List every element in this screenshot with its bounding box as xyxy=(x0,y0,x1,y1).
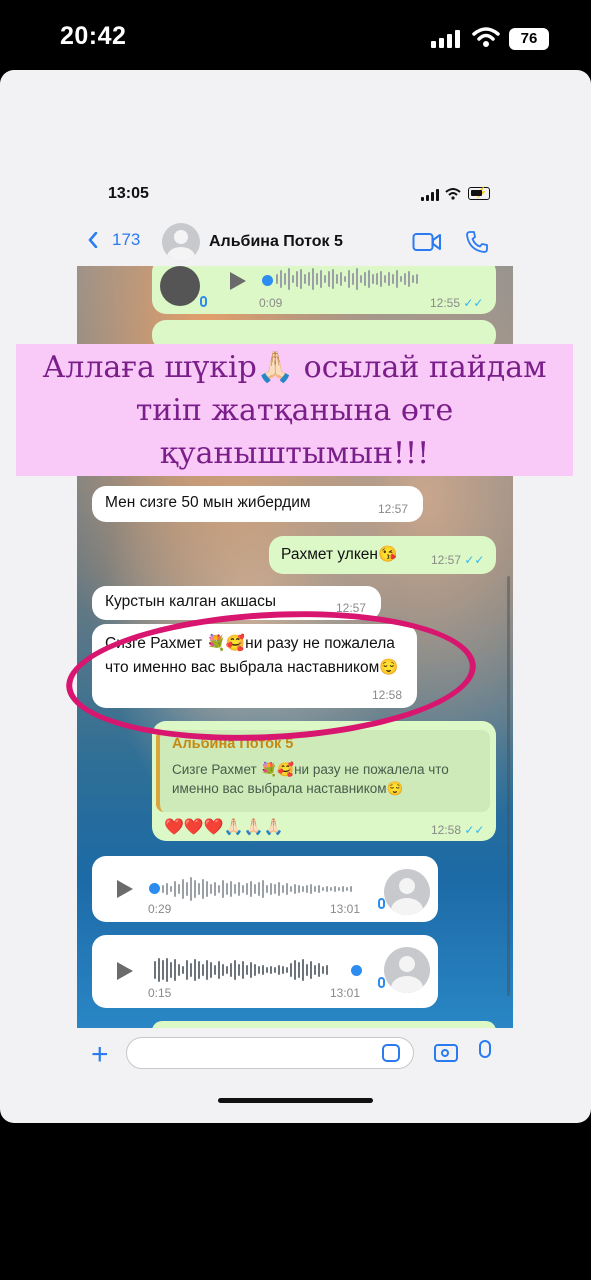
read-ticks-icon: ✓✓ xyxy=(464,823,485,837)
back-count[interactable]: 173 xyxy=(112,230,140,250)
play-icon[interactable] xyxy=(117,962,133,980)
message-time: 12:55 ✓✓ xyxy=(430,296,484,310)
contact-name[interactable]: Альбина Поток 5 xyxy=(209,233,343,251)
inner-signal-icon xyxy=(421,189,439,201)
voice-duration: 0:29 xyxy=(148,902,172,916)
sender-avatar xyxy=(384,947,430,993)
quote-text: Сизге Рахмет 💐🥰ни разу не пожалела что и… xyxy=(172,762,449,796)
playhead-dot[interactable] xyxy=(149,883,160,894)
microphone-icon[interactable] xyxy=(479,1040,491,1058)
voice-message-in[interactable]: 0:29 13:01 xyxy=(92,856,438,922)
message-in[interactable]: Мен сизге 50 мын жибердим 12:57 xyxy=(92,486,423,522)
plus-icon[interactable]: + xyxy=(91,1038,109,1072)
scrollbar[interactable] xyxy=(507,576,510,996)
read-ticks-icon: ✓✓ xyxy=(463,296,484,310)
voice-duration: 0:09 xyxy=(259,296,283,310)
microphone-icon xyxy=(378,977,385,988)
message-text: ❤️❤️❤️🙏🏻🙏🏻🙏🏻 xyxy=(164,819,284,836)
read-ticks-icon: ✓✓ xyxy=(464,553,485,567)
back-chevron-icon[interactable] xyxy=(88,232,98,248)
message-out[interactable]: Рахмет улкен😘 12:57 ✓✓ xyxy=(269,536,496,574)
caption-banner: Аллаға шүкір🙏🏻 осылай пайдам тиіп жатқан… xyxy=(16,344,573,476)
playhead-dot[interactable] xyxy=(351,965,362,976)
signal-icon xyxy=(431,30,463,48)
message-input[interactable] xyxy=(126,1037,414,1069)
message-time: 13:01 xyxy=(330,902,361,916)
voice-duration: 0:15 xyxy=(148,986,172,1000)
home-indicator[interactable] xyxy=(218,1098,373,1103)
waveform xyxy=(276,268,420,292)
reply-quote[interactable]: Альбина Поток 5 Сизге Рахмет 💐🥰ни разу н… xyxy=(156,730,490,812)
microphone-icon xyxy=(378,898,385,909)
message-time: 13:01 xyxy=(330,986,361,1000)
video-call-icon[interactable] xyxy=(412,232,442,252)
inner-battery-icon: ⚡ xyxy=(468,187,490,200)
message-text: Рахмет улкен😘 xyxy=(281,546,398,563)
wifi-icon xyxy=(472,27,500,47)
message-text: Курстын калган акшасы xyxy=(105,593,277,610)
voice-message-in[interactable]: 0:15 13:01 xyxy=(92,935,438,1008)
camera-icon[interactable] xyxy=(434,1044,458,1062)
phone-icon[interactable] xyxy=(465,230,489,254)
message-out-partial[interactable] xyxy=(152,1021,496,1028)
play-icon[interactable] xyxy=(230,272,246,290)
microphone-icon xyxy=(200,296,207,307)
sender-avatar xyxy=(384,869,430,915)
contact-avatar[interactable] xyxy=(162,223,200,261)
playhead-dot[interactable] xyxy=(262,275,273,286)
sticker-icon[interactable] xyxy=(382,1044,400,1062)
inner-wifi-icon xyxy=(445,188,461,200)
sender-avatar xyxy=(160,266,200,306)
message-text: Мен сизге 50 мын жибердим xyxy=(105,494,311,511)
battery-indicator: 76 xyxy=(509,28,549,50)
waveform xyxy=(162,877,354,901)
voice-message-out[interactable]: 0:09 12:55 ✓✓ xyxy=(152,266,496,314)
message-time: 12:58 ✓✓ xyxy=(431,823,485,837)
play-icon[interactable] xyxy=(117,880,133,898)
waveform xyxy=(154,958,330,982)
caption-text: Аллаға шүкір🙏🏻 осылай пайдам тиіп жатқан… xyxy=(42,350,547,471)
message-time: 12:57 ✓✓ xyxy=(431,553,485,567)
inner-status-time: 13:05 xyxy=(108,185,149,202)
outer-status-time: 20:42 xyxy=(60,22,127,50)
message-time: 12:57 xyxy=(378,502,409,516)
